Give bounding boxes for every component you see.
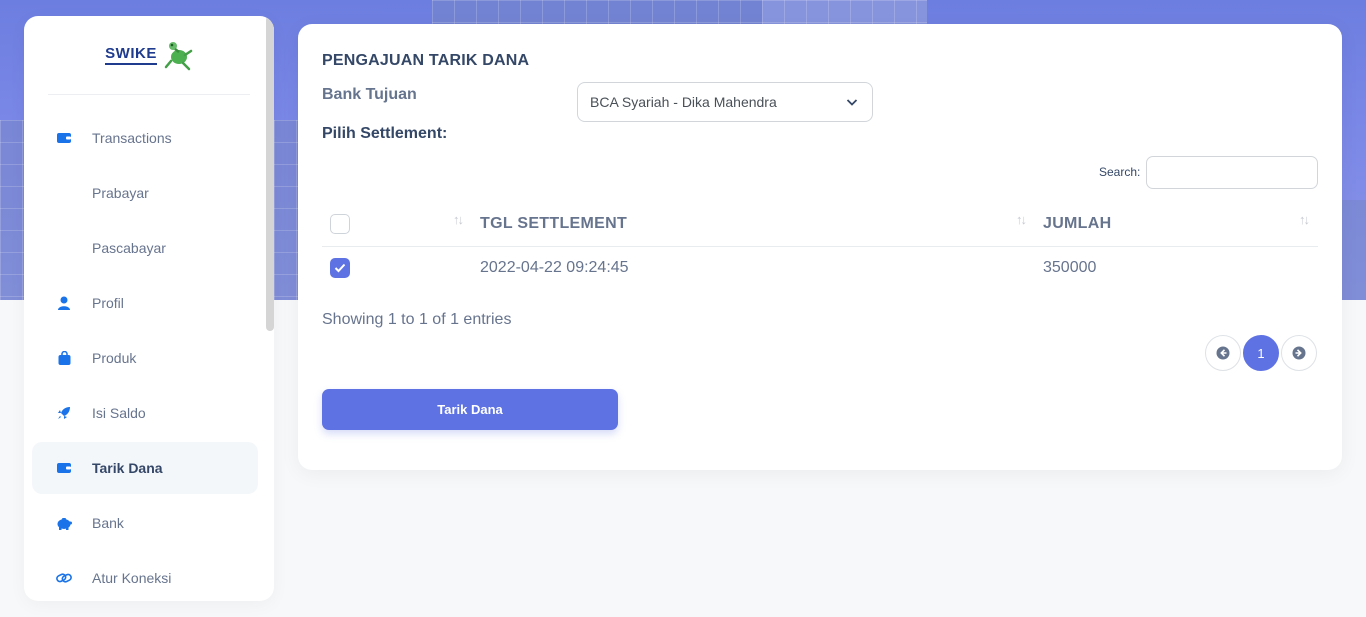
settlement-table: ↑↓ TGL SETTLEMENT ↑↓ JUMLAH ↑↓ 2022-04-2… (322, 203, 1318, 289)
user-icon (56, 295, 72, 311)
withdraw-card: PENGAJUAN TARIK DANA Bank Tujuan BCA Sya… (298, 24, 1342, 470)
tarik-dana-button[interactable]: Tarik Dana (322, 389, 618, 430)
brand-name: SWIKE (105, 45, 157, 65)
sidebar-item-produk[interactable]: Produk (32, 332, 258, 384)
sidebar-item-label: Tarik Dana (92, 460, 163, 476)
sort-icon[interactable]: ↑↓ (1016, 212, 1027, 227)
pagination: 1 (1203, 335, 1317, 371)
select-all-checkbox[interactable] (330, 214, 350, 235)
prev-page-button[interactable] (1205, 335, 1241, 371)
arrow-right-circle-icon (1292, 346, 1306, 360)
page-button-current[interactable]: 1 (1243, 335, 1279, 371)
arrow-left-circle-icon (1216, 346, 1230, 360)
sidebar-item-tarik-dana[interactable]: Tarik Dana (32, 442, 258, 494)
sidebar-item-label: Profil (92, 295, 124, 311)
bank-tujuan-label: Bank Tujuan (322, 86, 417, 103)
page-title: PENGAJUAN TARIK DANA (322, 52, 530, 69)
sidebar-item-label: Isi Saldo (92, 405, 146, 421)
sidebar-item-isi-saldo[interactable]: Isi Saldo (32, 387, 258, 439)
sidebar-item-transactions[interactable]: Transactions (32, 112, 258, 164)
bank-tujuan-select[interactable]: BCA Syariah - Dika Mahendra (577, 82, 873, 122)
sidebar-item-label: Bank (92, 515, 124, 531)
sidebar-nav: Transactions Prabayar Pascabayar Profil … (32, 112, 258, 601)
sidebar-item-prabayar[interactable]: Prabayar (32, 167, 258, 219)
search-label: Search: (1099, 165, 1141, 179)
frog-logo-icon (164, 42, 193, 71)
wallet-icon (56, 130, 72, 146)
sidebar-item-profil[interactable]: Profil (32, 277, 258, 329)
column-label: JUMLAH (1043, 215, 1112, 233)
sidebar-item-label: Transactions (92, 130, 172, 146)
sidebar-item-label: Prabayar (92, 185, 149, 201)
table-row[interactable]: 2022-04-22 09:24:45 350000 (322, 246, 1318, 289)
sidebar-item-label: Pascabayar (92, 240, 166, 256)
rocket-icon (56, 405, 72, 421)
tgl-settlement-cell: 2022-04-22 09:24:45 (480, 258, 629, 276)
tgl-settlement-header[interactable]: TGL SETTLEMENT ↑↓ (472, 203, 1035, 247)
select-all-header[interactable]: ↑↓ (322, 203, 472, 247)
bag-icon (56, 350, 72, 366)
row-checkbox-cell (322, 246, 472, 289)
sidebar-item-atur-koneksi[interactable]: Atur Koneksi (32, 552, 258, 601)
sort-icon[interactable]: ↑↓ (453, 212, 464, 227)
chevron-down-icon (846, 99, 858, 106)
brand-logo[interactable]: SWIKE (48, 16, 250, 95)
jumlah-cell: 350000 (1043, 258, 1097, 276)
sidebar-item-label: Atur Koneksi (92, 570, 172, 586)
column-label: TGL SETTLEMENT (480, 215, 628, 233)
bank-tujuan-value: BCA Syariah - Dika Mahendra (590, 94, 777, 110)
search-input[interactable] (1146, 156, 1318, 189)
table-info: Showing 1 to 1 of 1 entries (322, 311, 512, 328)
sidebar-item-bank[interactable]: Bank (32, 497, 258, 549)
pilih-settlement-label: Pilih Settlement: (322, 125, 448, 142)
sort-icon[interactable]: ↑↓ (1299, 212, 1310, 227)
check-icon (334, 263, 346, 273)
jumlah-header[interactable]: JUMLAH ↑↓ (1035, 203, 1318, 247)
link-icon (56, 570, 72, 586)
sidebar-scrollbar[interactable] (266, 16, 274, 331)
table-header-row: ↑↓ TGL SETTLEMENT ↑↓ JUMLAH ↑↓ (322, 203, 1318, 247)
sidebar: SWIKE Transactions Prabayar Pascabayar P… (24, 16, 274, 601)
sidebar-item-label: Produk (92, 350, 137, 366)
sidebar-item-pascabayar[interactable]: Pascabayar (32, 222, 258, 274)
wallet-icon (56, 460, 72, 476)
row-checkbox[interactable] (330, 257, 350, 278)
next-page-button[interactable] (1281, 335, 1317, 371)
piggy-bank-icon (56, 515, 72, 531)
